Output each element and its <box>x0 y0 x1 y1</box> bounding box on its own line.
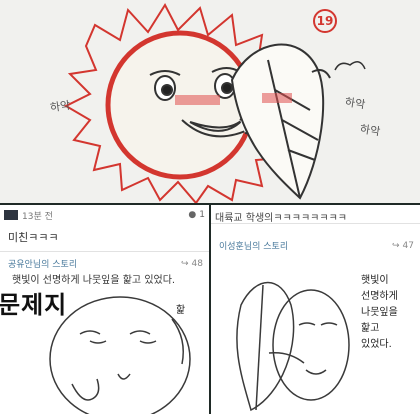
leaf-character <box>230 43 325 200</box>
comic-title: 문제지 <box>0 291 68 319</box>
post-title: 대륙교 학생의ㅋㅋㅋㅋㅋㅋㅋㅋ <box>215 213 347 224</box>
page-number-badge: 19 <box>313 9 337 33</box>
share-count-value: 47 <box>402 240 414 251</box>
source-link[interactable]: 공유안님의 스토리 <box>8 257 77 270</box>
post-timestamp: 13분 전 <box>22 211 53 222</box>
sfx-right-1: 하악 <box>344 95 366 112</box>
avatar[interactable] <box>4 210 18 220</box>
comment-count-value: 1 <box>199 210 205 220</box>
divider <box>211 223 420 224</box>
top-comic-panel: 19 하악 하악 하악 <box>0 0 420 203</box>
sfx-right-2: 하악 <box>359 122 381 139</box>
share-icon: ↪ <box>392 240 400 251</box>
comment-icon: ● <box>188 210 197 220</box>
sfx-left: 하악 <box>49 98 72 115</box>
handwritten-caption: 햇빛이 선명하게 나뭇잎을 핥고 있었다. <box>361 273 407 353</box>
comic-note: 핥 <box>176 305 186 316</box>
post-title: 미친ㅋㅋㅋ <box>8 231 59 244</box>
caption-line: 선명하게 <box>361 291 398 302</box>
source-row: 공유안님의 스토리 ↪ 48 <box>8 257 203 271</box>
share-icon: ↪ <box>181 258 189 269</box>
caption-line: 핥고 <box>361 323 380 334</box>
share-count[interactable]: ↪ 48 <box>181 259 203 269</box>
caption-line: 나뭇잎을 <box>361 307 398 318</box>
share-count-value: 48 <box>191 258 203 269</box>
comment-count[interactable]: ● 1 <box>188 210 205 220</box>
right-post-card: 대륙교 학생의ㅋㅋㅋㅋㅋㅋㅋㅋ 이성훈님의 스토리 ↪ 47 햇빛이 선명하게 … <box>211 205 420 414</box>
source-link[interactable]: 이성훈님의 스토리 <box>219 239 288 252</box>
caption-line: 햇빛이 <box>361 275 389 286</box>
left-post-card: 13분 전 ● 1 미친ㅋㅋㅋ 공유안님의 스토리 ↪ 48 햇빛이 선명하게 … <box>0 205 209 414</box>
share-count[interactable]: ↪ 47 <box>392 241 414 251</box>
divider <box>0 251 209 252</box>
post-meta-row: 13분 전 ● 1 <box>4 207 205 223</box>
caption-line: 있었다. <box>361 339 392 350</box>
source-row: 이성훈님의 스토리 ↪ 47 <box>219 239 414 253</box>
